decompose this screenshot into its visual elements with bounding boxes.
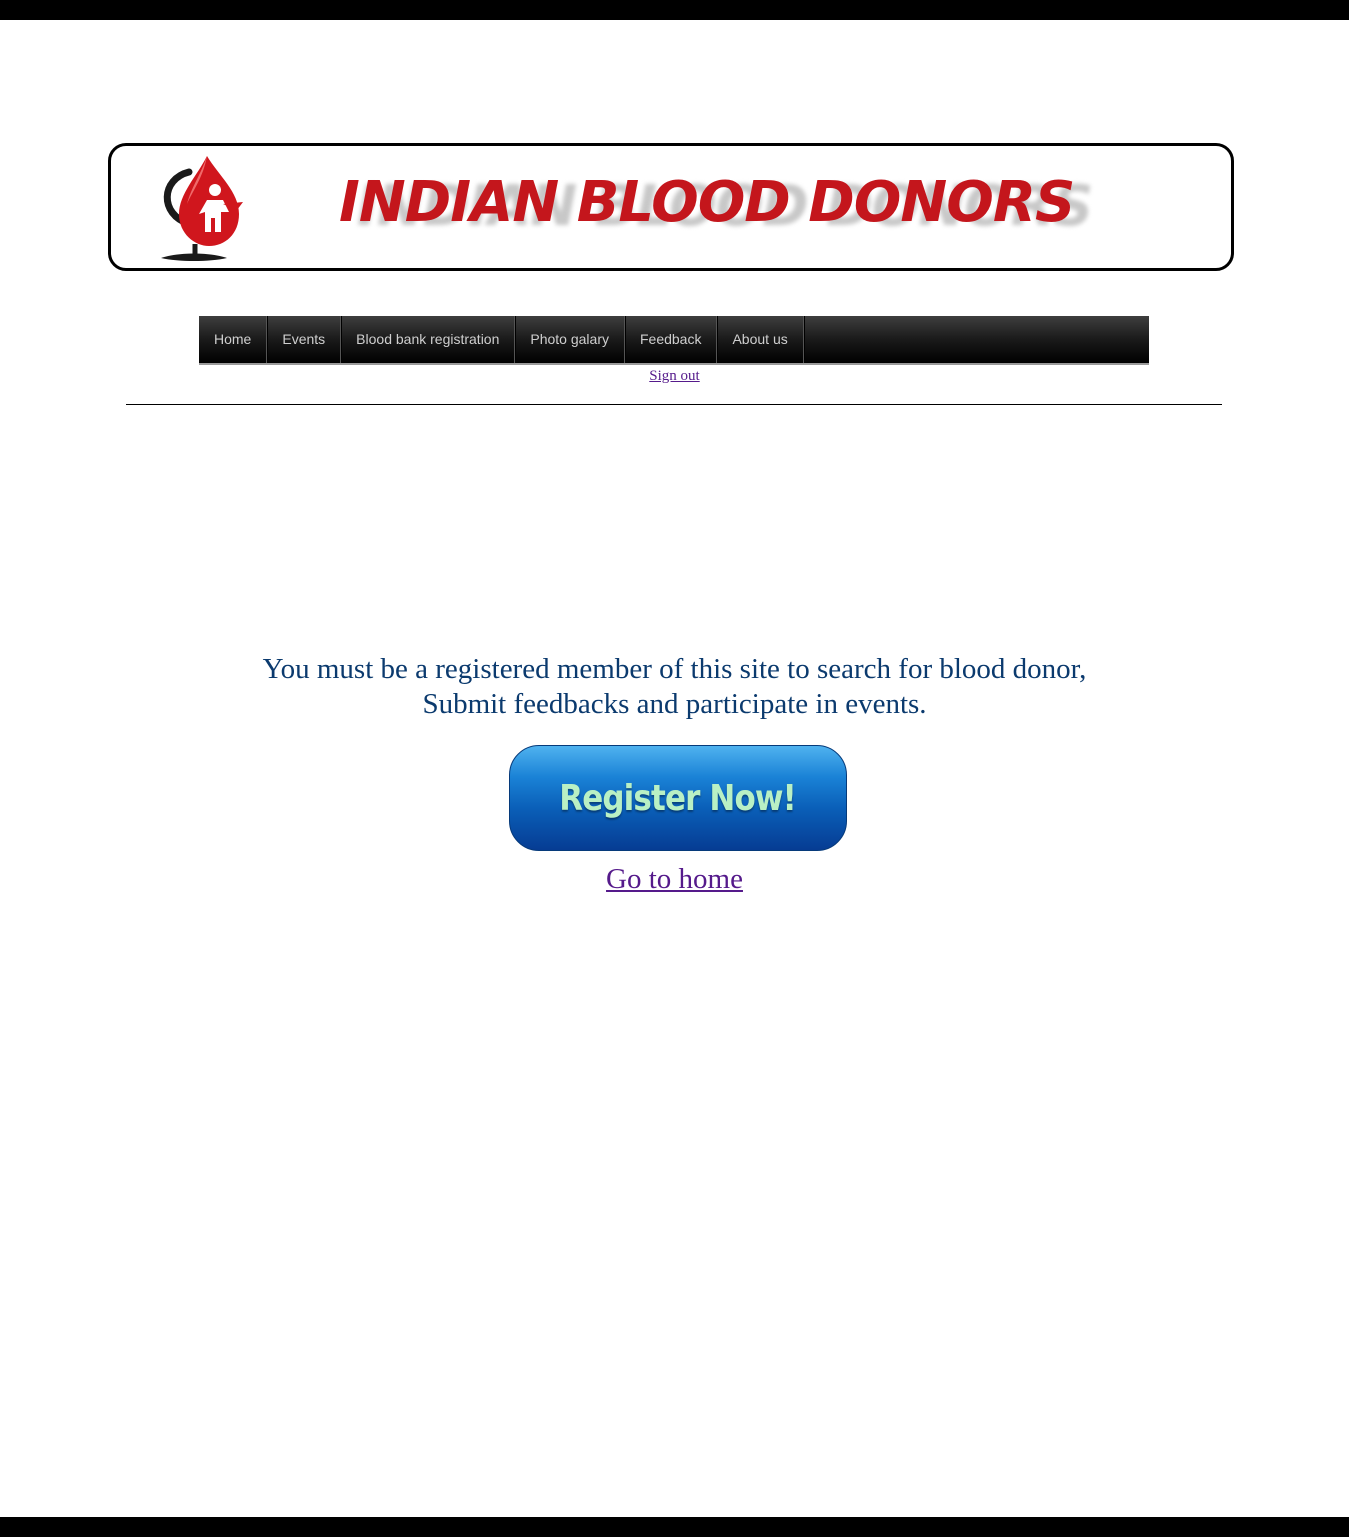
- signout-container: Sign out: [0, 368, 1349, 385]
- nav-item-about-us[interactable]: About us: [717, 316, 804, 363]
- nav-item-blood-bank-registration[interactable]: Blood bank registration: [341, 316, 516, 363]
- signout-link[interactable]: Sign out: [649, 368, 699, 384]
- message-line-1: You must be a registered member of this …: [262, 653, 1087, 685]
- blood-drop-globe-logo: [161, 156, 243, 261]
- window-bottom-border: [0, 1517, 1349, 1537]
- go-to-home-link[interactable]: Go to home: [606, 863, 743, 895]
- nav-item-events[interactable]: Events: [267, 316, 342, 363]
- header-divider: [126, 404, 1222, 405]
- window-top-border: [0, 0, 1349, 20]
- main-navbar: Home Events Blood bank registration Phot…: [199, 316, 1149, 365]
- register-now-label: Register Now!: [559, 777, 797, 819]
- banner-title: INDIAN BLOOD DONORS: [339, 170, 1075, 235]
- registration-required-message: You must be a registered member of this …: [0, 652, 1349, 722]
- register-now-button[interactable]: Register Now!: [509, 745, 847, 851]
- message-line-2: Submit feedbacks and participate in even…: [422, 688, 927, 720]
- nav-item-feedback[interactable]: Feedback: [625, 316, 718, 363]
- nav-item-photo-gallery[interactable]: Photo galary: [515, 316, 625, 363]
- home-link-container: Go to home: [0, 863, 1349, 896]
- nav-item-home[interactable]: Home: [199, 316, 268, 363]
- site-banner: INDIAN BLOOD DONORS INDIAN BLOOD DONORS: [108, 143, 1234, 271]
